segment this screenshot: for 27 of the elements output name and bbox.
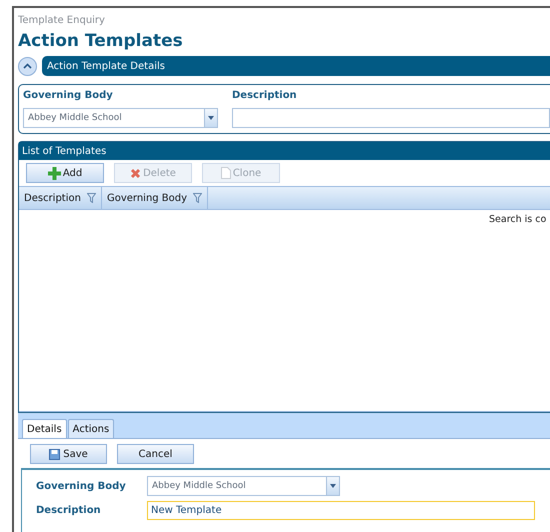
collapse-button[interactable] [18,56,37,76]
column-header[interactable]: Description [19,187,102,210]
description-field[interactable] [232,108,550,128]
dropdown[interactable]: Abbey Middle School [147,476,340,496]
cross-icon [130,168,142,179]
chevron-up-icon [23,63,32,70]
breadcrumb: Template Enquiry [18,14,105,28]
filter-icon[interactable] [193,193,202,204]
field-label: Governing Body [23,89,113,104]
page-title: Action Templates [18,31,183,52]
field-label: Description [36,504,102,518]
field-label: Governing Body [36,480,127,494]
action-button[interactable]: Cancel [117,444,194,464]
panel-header: List of Templates [19,142,550,160]
toolbar-button[interactable]: Add [26,163,104,184]
field-label: Description [232,89,297,104]
empty-message: Search is co [489,213,546,228]
action-button[interactable]: Save [30,444,107,464]
column-header[interactable]: Governing Body [102,187,208,210]
plus-icon [48,166,61,180]
description-field[interactable]: New Template [147,501,535,520]
section-header: Action Template Details [42,56,550,76]
filter-icon[interactable] [86,193,96,204]
tab[interactable]: Details [22,419,67,438]
dropdown[interactable]: Abbey Middle School [23,108,218,128]
tab[interactable]: Actions [68,419,114,438]
page-icon [220,167,231,180]
